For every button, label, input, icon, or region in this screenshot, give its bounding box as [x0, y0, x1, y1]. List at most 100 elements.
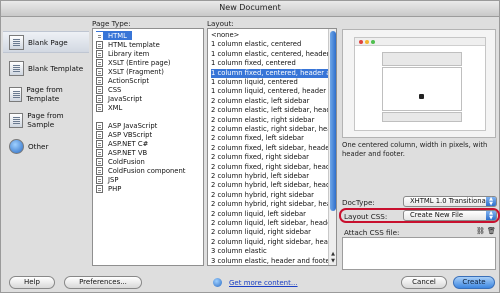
page-type-list[interactable]: HTML HTML template Library item XSLT (Entir… [92, 28, 204, 266]
new-document-dialog: New Document Blank Page Blank Template Pag… [0, 0, 500, 293]
page-type-item[interactable]: ActionScript [96, 76, 149, 85]
layout-item[interactable]: 2 column elastic, right sidebar, header … [211, 125, 331, 134]
layout-item[interactable]: 1 column fixed, centered [211, 59, 331, 68]
layout-item[interactable]: 2 column fixed, left sidebar, header and… [211, 144, 331, 153]
page-type-item[interactable]: PHP [96, 184, 121, 193]
document-icon [96, 148, 103, 157]
help-button[interactable]: Help [9, 276, 55, 289]
page-type-label: ASP.NET VB [108, 148, 148, 157]
layout-item[interactable]: 1 column fixed, centered, header and foo… [211, 68, 331, 78]
preview-footer-block [382, 112, 462, 122]
get-more-content-link[interactable]: Get more content... [229, 279, 298, 287]
layout-item[interactable]: 2 column elastic, left sidebar [211, 97, 331, 106]
attach-css-list[interactable] [342, 237, 496, 270]
category-label: Page from Template [26, 85, 63, 103]
layout-item[interactable]: 2 column fixed, right sidebar [211, 153, 331, 162]
preferences-button[interactable]: Preferences... [64, 276, 142, 289]
blank-template-icon [9, 60, 24, 76]
layout-item[interactable]: 2 column fixed, right sidebar, header an… [211, 163, 331, 172]
layout-item[interactable]: 2 column elastic, right sidebar [211, 116, 331, 125]
document-icon [96, 157, 103, 166]
layout-item[interactable]: 2 column hybrid, right sidebar, header a… [211, 200, 331, 209]
scroll-up-arrow-icon[interactable]: ▲ [330, 251, 336, 257]
page-type-item[interactable]: ASP JavaScript [96, 121, 157, 130]
chain-link-icon[interactable]: ⛓ [476, 227, 485, 235]
category-item[interactable]: Page from Template [3, 83, 89, 105]
layout-item[interactable]: 2 column liquid, right sidebar [211, 228, 331, 237]
blank-page-icon [9, 34, 24, 50]
page-type-item[interactable]: ASP VBScript [96, 130, 152, 139]
layout-item[interactable]: 1 column liquid, centered [211, 78, 331, 87]
document-icon [96, 121, 103, 130]
layout-item[interactable]: 1 column liquid, centered, header and fo… [211, 87, 331, 96]
category-item[interactable]: Other [3, 135, 89, 157]
page-type-label: HTML template [108, 40, 160, 49]
page-type-item[interactable]: CSS [96, 85, 121, 94]
window-title: New Document [219, 3, 281, 12]
doctype-select[interactable]: XHTML 1.0 Transitional ▲ ▼ [403, 196, 497, 207]
layout-item[interactable]: 2 column elastic, left sidebar, header a… [211, 106, 331, 115]
layout-item[interactable]: 2 column liquid, left sidebar, header an… [211, 219, 331, 228]
layout-item[interactable]: 1 column elastic, centered, header and f… [211, 50, 331, 59]
page-type-item[interactable]: XSLT (Fragment) [96, 67, 164, 76]
page-type-label: CSS [108, 85, 122, 94]
category-label: Other [28, 141, 49, 151]
document-icon [96, 40, 103, 49]
page-type-item[interactable]: HTML [96, 31, 132, 40]
layout-item[interactable]: 2 column fixed, left sidebar [211, 134, 331, 143]
document-icon [96, 49, 103, 58]
layout-scrollbar[interactable]: ▲ ▼ [328, 29, 336, 265]
layout-css-select-value: Create New File [410, 211, 464, 219]
page-type-item[interactable]: JSP [96, 175, 118, 184]
scroll-down-arrow-icon[interactable]: ▼ [330, 258, 336, 264]
category-item[interactable]: Blank Template [3, 57, 89, 79]
page-type-item[interactable]: JavaScript [96, 94, 142, 103]
layout-css-label: Layout CSS: [344, 212, 388, 221]
layout-list[interactable]: <none> 1 column elastic, centered 1 column… [207, 28, 337, 266]
document-icon [96, 175, 103, 184]
layout-item[interactable]: 2 column liquid, left sidebar [211, 210, 331, 219]
trash-icon[interactable]: 🗑 [487, 227, 496, 235]
layout-scrollbar-thumb[interactable] [330, 31, 336, 211]
page-type-item[interactable]: ColdFusion [96, 157, 145, 166]
preview-browser-toolbar [355, 38, 485, 46]
layout-item[interactable]: 2 column hybrid, left sidebar [211, 172, 331, 181]
preview-dot-red [359, 40, 363, 44]
page-type-item[interactable]: ColdFusion component [96, 166, 185, 175]
page-type-label: XSLT (Entire page) [108, 58, 171, 67]
title-bar: New Document [1, 1, 499, 17]
other-icon [9, 138, 24, 154]
layout-item[interactable]: <none> [211, 31, 331, 40]
page-from-template-icon [9, 86, 23, 102]
layout-preview [342, 29, 496, 138]
page-type-item[interactable]: HTML template [96, 40, 160, 49]
page-type-item[interactable]: Library item [96, 49, 149, 58]
layout-item[interactable]: 2 column liquid, right sidebar, header a… [211, 238, 331, 247]
category-label: Page from Sample [27, 111, 64, 129]
layout-item[interactable]: 2 column hybrid, left sidebar, header an… [211, 181, 331, 190]
page-from-sample-icon [9, 112, 24, 128]
page-type-item[interactable]: XSLT (Entire page) [96, 58, 171, 67]
layout-css-select[interactable]: Create New File ▲ ▼ [403, 210, 497, 221]
chevron-updown-icon: ▲ ▼ [486, 211, 496, 220]
category-item[interactable]: Blank Page [3, 31, 89, 53]
page-type-label: Library item [108, 49, 150, 58]
cancel-button[interactable]: Cancel [401, 276, 447, 289]
document-icon [96, 130, 103, 139]
category-item[interactable]: Page from Sample [3, 109, 89, 131]
layout-item[interactable]: 2 column hybrid, right sidebar [211, 191, 331, 200]
doctype-label: DocType: [342, 198, 375, 207]
page-type-item[interactable]: XML [96, 103, 122, 112]
page-type-item[interactable]: ASP.NET C# [96, 139, 148, 148]
page-type-label: PHP [108, 184, 122, 193]
preview-dot-green [371, 40, 375, 44]
layout-item[interactable]: 3 column elastic, header and footer [211, 257, 331, 265]
document-icon [96, 85, 103, 94]
layout-item[interactable]: 1 column elastic, centered [211, 40, 331, 49]
document-icon [96, 76, 103, 85]
create-button[interactable]: Create [453, 276, 495, 289]
page-type-label: HTML [108, 31, 127, 40]
page-type-item[interactable]: ASP.NET VB [96, 148, 147, 157]
layout-item[interactable]: 3 column elastic [211, 247, 331, 256]
document-icon [96, 31, 103, 40]
